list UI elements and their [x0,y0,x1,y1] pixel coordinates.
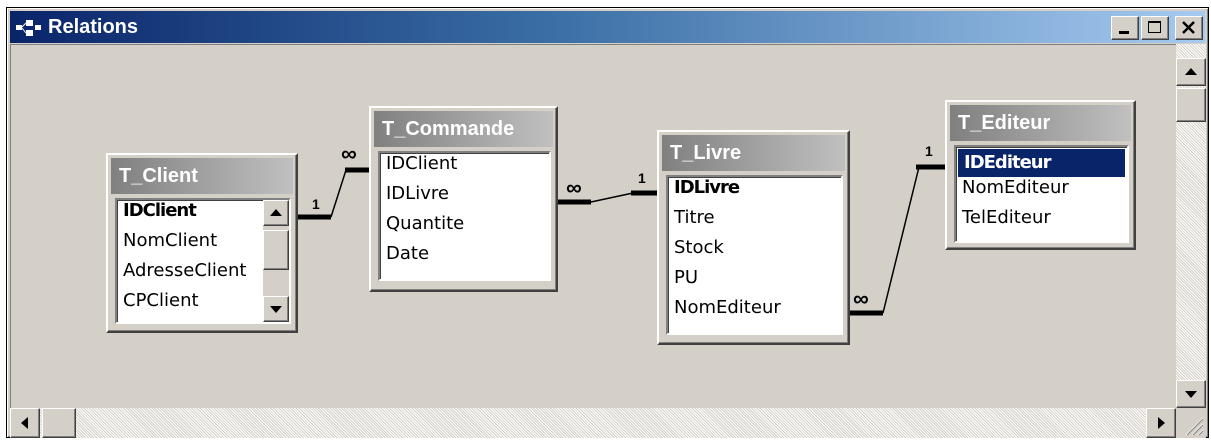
cardinality-one-label: 1 [312,196,320,212]
resize-grip[interactable] [1176,408,1206,438]
close-button[interactable] [1175,16,1203,40]
title-bar[interactable]: Relations [10,11,1205,43]
relation-livre-commande[interactable]: 1 ∞ [556,170,661,205]
scroll-thumb[interactable] [42,408,76,438]
arrow-up-icon [1185,68,1197,75]
close-icon [1182,21,1195,34]
arrow-left-icon [21,417,28,429]
horizontal-scrollbar[interactable] [10,408,1176,438]
field-list[interactable]: IDClient IDLivre Quantite Date [378,151,551,281]
scroll-up-button[interactable] [263,200,289,226]
field-item[interactable]: Titre [668,207,841,237]
table-title[interactable]: T_Livre [662,135,845,171]
field-item[interactable]: NomEditeur [668,297,841,327]
scroll-down-button[interactable] [263,296,289,322]
relation-editeur-livre[interactable]: 1 ∞ [850,143,949,316]
table-title[interactable]: T_Commande [374,111,553,147]
vertical-scrollbar[interactable] [1176,44,1206,438]
table-title[interactable]: T_Editeur [950,105,1131,141]
field-list[interactable]: IDLivre Titre Stock PU NomEditeur [666,175,843,335]
cardinality-many-label: ∞ [853,286,869,311]
field-item[interactable]: TelEditeur [956,207,1127,237]
field-item[interactable]: Quantite [380,213,549,243]
minimize-icon [1119,31,1129,34]
field-item[interactable]: Date [380,243,549,273]
scroll-thumb[interactable] [263,230,289,270]
relationships-canvas[interactable]: 1 ∞ 1 ∞ 1 ∞ T_Client IDClient NomClient … [10,44,1176,409]
relation-client-commande[interactable]: 1 ∞ [298,141,373,220]
maximize-icon [1148,21,1161,33]
field-item[interactable]: Stock [668,237,841,267]
arrow-right-icon [1158,417,1165,429]
relations-window: Relations 1 ∞ 1 ∞ 1 ∞ T_Client IDClient … [6,7,1209,438]
field-list-scrollbar[interactable] [263,200,289,322]
minimize-button[interactable] [1111,16,1139,40]
table-window-t-editeur[interactable]: T_Editeur IDEditeur NomEditeur TelEditeu… [945,100,1136,250]
cardinality-many-label: ∞ [341,141,357,166]
field-list[interactable]: IDEditeur NomEditeur TelEditeur [954,145,1129,243]
arrow-up-icon [270,209,282,216]
scroll-left-button[interactable] [10,408,40,438]
table-window-t-client[interactable]: T_Client IDClient NomClient AdresseClien… [106,153,298,333]
cardinality-many-label: ∞ [566,175,582,200]
field-item[interactable]: IDLivre [380,183,549,213]
arrow-down-icon [1185,391,1197,398]
size-grip-icon [1185,417,1204,436]
table-window-t-commande[interactable]: T_Commande IDClient IDLivre Quantite Dat… [369,106,558,292]
scroll-thumb[interactable] [1176,88,1206,122]
cardinality-one-label: 1 [638,170,646,186]
maximize-button[interactable] [1141,16,1169,40]
relationships-icon [16,20,41,36]
field-item-selected[interactable]: IDEditeur [958,149,1125,177]
table-title[interactable]: T_Client [111,158,293,194]
field-item[interactable]: IDLivre [668,177,841,207]
scroll-down-button[interactable] [1176,380,1206,408]
field-list[interactable]: IDClient NomClient AdresseClient CPClien… [115,198,291,324]
arrow-down-icon [270,306,282,313]
window-title: Relations [48,16,139,38]
scroll-up-button[interactable] [1176,58,1206,86]
table-window-t-livre[interactable]: T_Livre IDLivre Titre Stock PU NomEditeu… [657,130,850,345]
field-item[interactable]: NomEditeur [956,177,1127,207]
scroll-right-button[interactable] [1146,408,1176,438]
field-item[interactable]: IDClient [380,153,549,183]
field-item[interactable]: PU [668,267,841,297]
cardinality-one-label: 1 [925,143,933,159]
